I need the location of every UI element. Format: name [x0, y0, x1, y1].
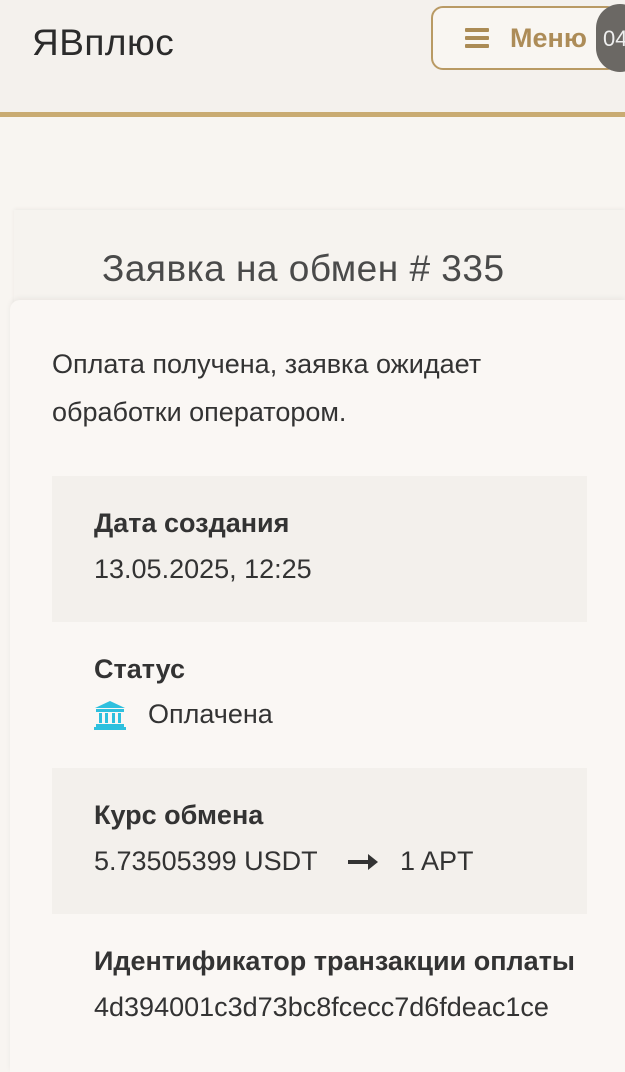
floating-badge-text: 04 [603, 26, 625, 51]
brand-logo[interactable]: ЯВплюс [32, 22, 174, 64]
status-message: Оплата получена, заявка ожидает обработк… [52, 349, 482, 427]
menu-button-label: Меню [510, 23, 587, 53]
status-text: Оплачена [148, 699, 273, 729]
created-date-row: Дата создания 13.05.2025, 12:25 [52, 476, 587, 622]
status-row: Статус Оплачена [52, 622, 587, 768]
transaction-id-row: Идентификатор транзакции оплаты 4d394001… [52, 914, 587, 1060]
transaction-id-value[interactable]: 4d394001c3d73bc8fcecc7d6fdeac1ce [94, 992, 587, 1023]
menu-button[interactable]: Меню [431, 6, 619, 70]
created-date-label: Дата создания [94, 508, 290, 538]
header: ЯВплюс Меню 04 [0, 0, 625, 117]
status-label: Статус [94, 654, 185, 684]
created-date-value: 13.05.2025, 12:25 [94, 554, 312, 584]
arrow-right-icon [348, 854, 378, 870]
rate-to: 1 APT [400, 846, 474, 876]
rate-from: 5.73505399 USDT [94, 846, 318, 876]
hamburger-icon [465, 28, 489, 48]
exchange-rate-label: Курс обмена [94, 800, 264, 830]
floating-badge[interactable]: 04 [596, 4, 625, 72]
exchange-rate-row: Курс обмена 5.73505399 USDT 1 APT [52, 768, 587, 914]
page-title: Заявка на обмен # 335 [102, 248, 505, 289]
bank-icon [94, 701, 126, 730]
transaction-id-label: Идентификатор транзакции оплаты [94, 946, 575, 976]
